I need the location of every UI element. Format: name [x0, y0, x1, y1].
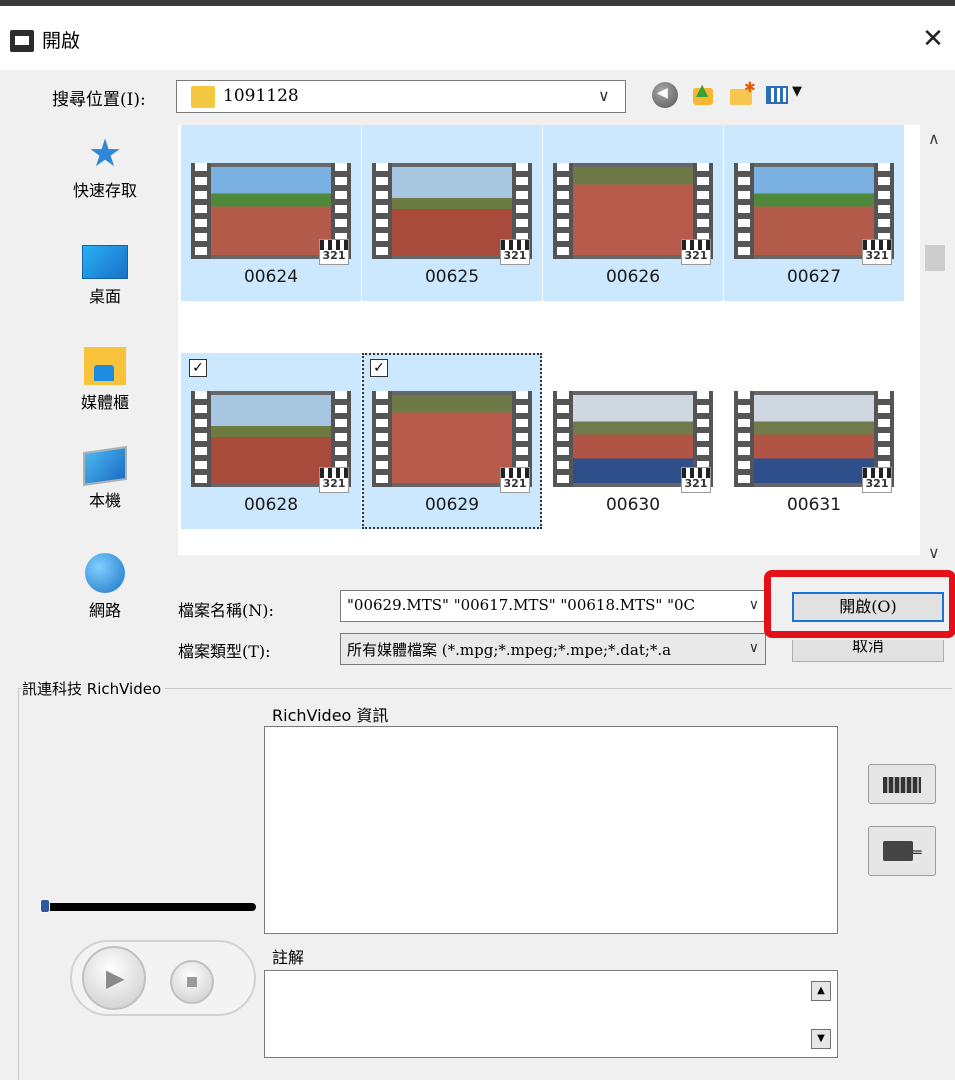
file-name: 00631 — [786, 495, 842, 515]
note-textarea[interactable]: ▲ ▼ — [264, 970, 838, 1058]
clapper-tool-icon[interactable] — [868, 764, 936, 804]
close-button[interactable]: ✕ — [916, 22, 950, 56]
place-library[interactable]: 媒體櫃 — [40, 347, 170, 413]
place-label: 本機 — [88, 491, 121, 510]
video-thumbnail: 321 — [372, 163, 532, 265]
computer-icon — [83, 445, 127, 487]
preview-seek-slider[interactable] — [42, 903, 256, 911]
app-icon — [10, 30, 34, 52]
filename-label: 檔案名稱(N): — [178, 601, 274, 620]
richvideo-info-box — [264, 726, 838, 934]
back-icon[interactable] — [652, 82, 678, 108]
filename-value: "00629.MTS" "00617.MTS" "00618.MTS" "0C — [347, 596, 695, 614]
video-thumbnail: 321 — [734, 391, 894, 493]
vertical-scrollbar[interactable]: ∧ ∨ — [920, 125, 950, 565]
location-label: 搜尋位置(I): — [52, 90, 146, 110]
network-icon — [85, 553, 125, 593]
scroll-up-icon[interactable]: ∧ — [928, 129, 940, 148]
star-icon: ★ — [87, 131, 123, 175]
window-title: 開啟 — [42, 30, 81, 52]
preview-player-controls — [70, 940, 256, 1016]
location-value: 1091128 — [223, 86, 299, 106]
top-edge — [0, 0, 955, 12]
places-sidebar: ★ 快速存取 桌面 媒體櫃 本機 網路 — [40, 125, 170, 645]
seek-slider-handle[interactable] — [40, 899, 50, 913]
play-icon[interactable] — [82, 946, 146, 1010]
media-badge-icon: 321 — [319, 467, 349, 493]
library-icon — [84, 347, 126, 385]
filename-field[interactable]: "00629.MTS" "00617.MTS" "00618.MTS" "0C … — [340, 590, 766, 622]
file-name: 00630 — [605, 495, 661, 515]
video-thumbnail: 321 — [372, 391, 532, 493]
file-name: 00624 — [243, 267, 299, 287]
media-badge-icon: 321 — [681, 467, 711, 493]
media-badge-icon: 321 — [500, 239, 530, 265]
place-label: 網路 — [88, 601, 121, 620]
place-quick-access[interactable]: ★ 快速存取 — [40, 133, 170, 201]
up-folder-icon[interactable] — [690, 80, 716, 108]
place-label: 桌面 — [88, 287, 121, 306]
file-name: 00628 — [243, 495, 299, 515]
checkbox[interactable]: ✓ — [189, 359, 207, 377]
new-folder-icon[interactable] — [728, 80, 756, 108]
video-thumbnail: 321 — [191, 391, 351, 493]
file-name: 00625 — [424, 267, 480, 287]
chevron-down-icon[interactable]: ∨ — [598, 86, 610, 105]
edit-notes-tool-icon[interactable] — [868, 826, 936, 876]
filetype-dropdown[interactable]: 所有媒體檔案 (*.mpg;*.mpeg;*.mpe;*.dat;*.a ∨ — [340, 633, 766, 665]
place-network[interactable]: 網路 — [40, 553, 170, 621]
chevron-down-icon[interactable]: ∨ — [744, 597, 759, 613]
place-this-pc[interactable]: 本機 — [40, 445, 170, 511]
note-label: 註解 — [272, 948, 305, 967]
filetype-value: 所有媒體檔案 (*.mpg;*.mpeg;*.mpe;*.dat;*.a — [347, 641, 672, 659]
file-tile-00631[interactable]: 321 00631 — [724, 353, 904, 529]
place-label: 媒體櫃 — [80, 393, 129, 412]
file-tile-00629[interactable]: ✓ 321 00629 — [362, 353, 542, 529]
checkbox[interactable]: ✓ — [370, 359, 388, 377]
media-badge-icon: 321 — [862, 239, 892, 265]
scrollbar-thumb[interactable] — [925, 245, 945, 271]
file-tile-00625[interactable]: 321 00625 — [362, 125, 542, 301]
scroll-down-icon[interactable]: ∨ — [928, 543, 940, 562]
folder-icon — [191, 86, 215, 108]
file-tile-00627[interactable]: 321 00627 — [724, 125, 904, 301]
video-thumbnail: 321 — [191, 163, 351, 265]
media-badge-icon: 321 — [500, 467, 530, 493]
file-tile-00630[interactable]: 321 00630 — [543, 353, 723, 529]
chevron-down-icon[interactable]: ∨ — [744, 640, 759, 656]
view-menu-icon[interactable]: ▼ — [766, 82, 814, 108]
file-name: 00626 — [605, 267, 661, 287]
media-badge-icon: 321 — [862, 467, 892, 493]
place-desktop[interactable]: 桌面 — [40, 245, 170, 307]
cancel-button[interactable]: 取消 — [792, 640, 944, 662]
annotation-highlight-box — [764, 570, 955, 638]
richvideo-group-title: 訊連科技 RichVideo — [22, 678, 166, 699]
file-grid: 321 00624 321 00625 321 00626 321 00627 … — [178, 125, 920, 555]
video-thumbnail: 321 — [553, 391, 713, 493]
file-tile-00624[interactable]: 321 00624 — [181, 125, 361, 301]
spin-down-icon[interactable]: ▼ — [811, 1029, 831, 1049]
place-label: 快速存取 — [72, 181, 137, 200]
media-badge-icon: 321 — [681, 239, 711, 265]
richvideo-info-label: RichVideo 資訊 — [272, 706, 389, 725]
file-name: 00629 — [424, 495, 480, 515]
spin-up-icon[interactable]: ▲ — [811, 981, 831, 1001]
video-thumbnail: 321 — [553, 163, 713, 265]
location-dropdown[interactable]: 1091128 ∨ — [176, 80, 626, 113]
file-name: 00627 — [786, 267, 842, 287]
filetype-label: 檔案類型(T): — [178, 642, 271, 661]
file-tile-00628[interactable]: ✓ 321 00628 — [181, 353, 361, 529]
video-thumbnail: 321 — [734, 163, 894, 265]
media-badge-icon: 321 — [319, 239, 349, 265]
desktop-icon — [82, 245, 128, 279]
stop-icon[interactable] — [170, 960, 214, 1004]
file-tile-00626[interactable]: 321 00626 — [543, 125, 723, 301]
title-bar — [0, 12, 955, 70]
